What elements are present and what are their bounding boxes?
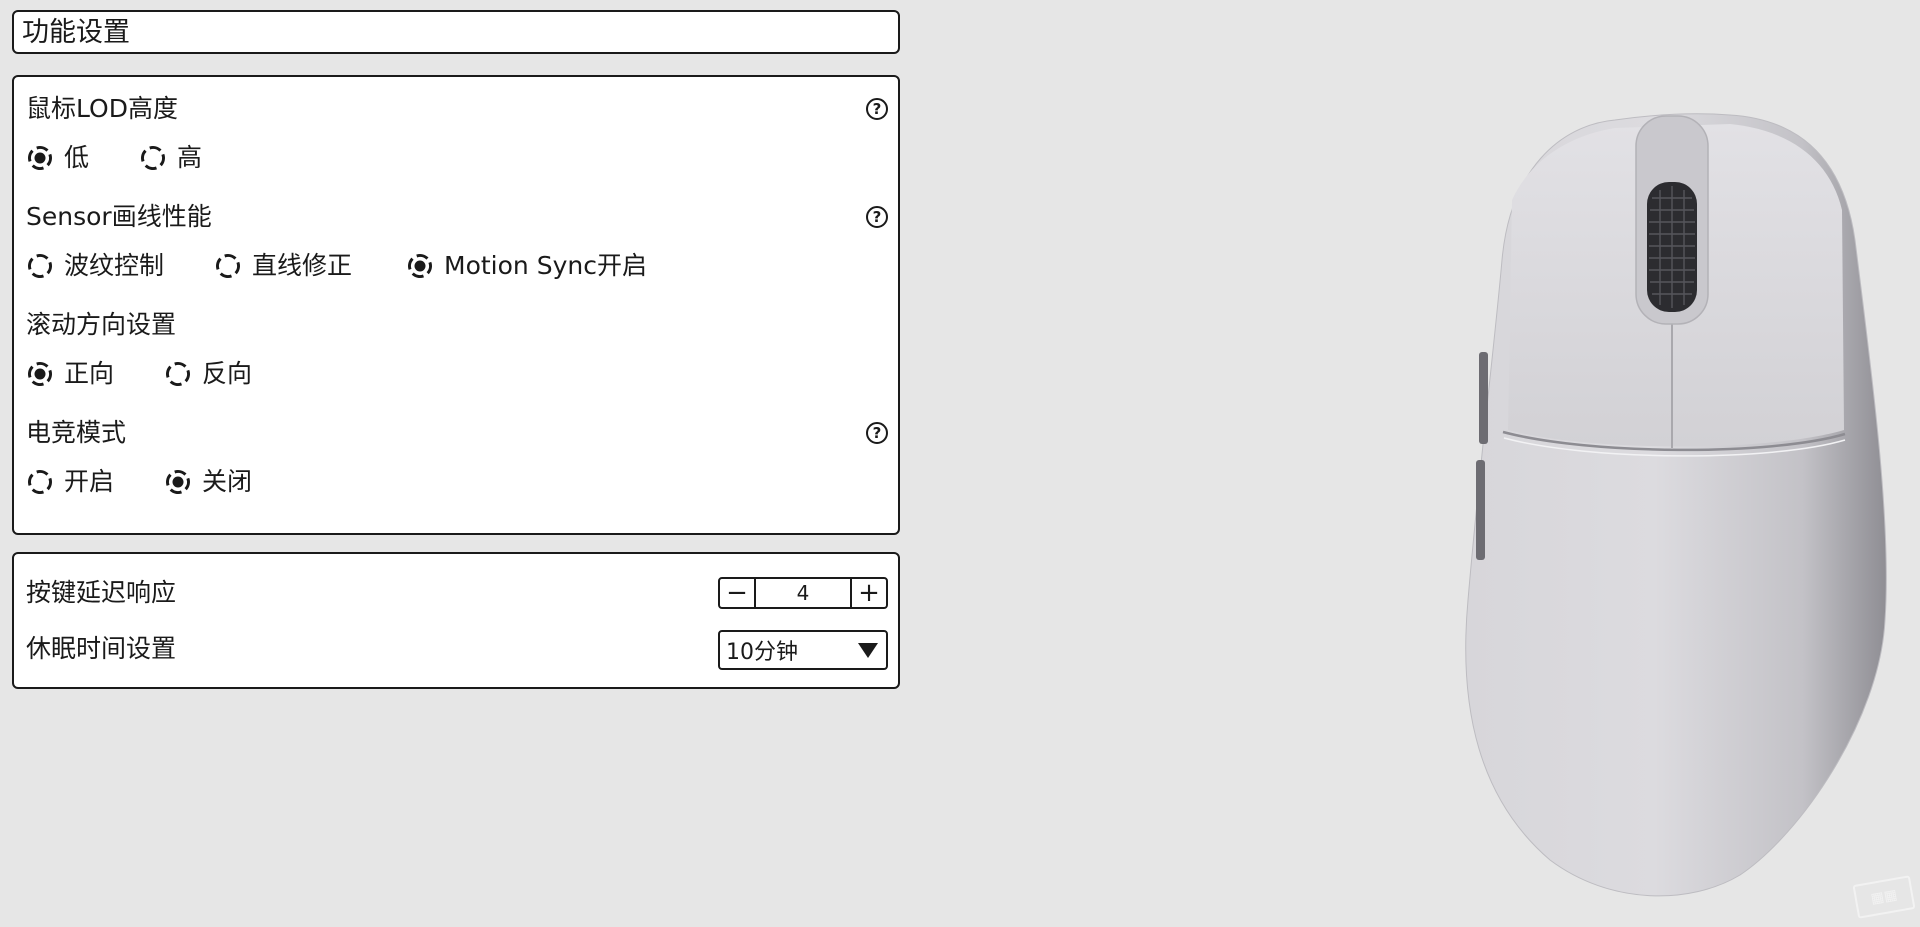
esports-option-on[interactable]: 开启 (26, 468, 114, 496)
title-panel: 功能设置 (12, 10, 900, 54)
lod-option-high[interactable]: 高 (139, 144, 202, 172)
sleep-time-value: 10分钟 (726, 640, 798, 665)
lod-option-high-label: 高 (177, 143, 203, 172)
increment-button[interactable]: + (850, 579, 886, 607)
sensor-option-motion-sync[interactable]: Motion Sync开启 (406, 252, 647, 280)
sensor-option-straight[interactable]: 直线修正 (214, 252, 352, 280)
settings-panel: 鼠标LOD高度 ? 低 高 Sensor画线性能 ? 波纹控制 直线修正 Mot… (12, 75, 900, 535)
esports-help-icon[interactable]: ? (866, 422, 888, 444)
lod-help-icon[interactable]: ? (866, 98, 888, 120)
sensor-option-straight-label: 直线修正 (252, 251, 353, 280)
radio-unselected-icon (26, 252, 54, 280)
sensor-option-ripple-label: 波纹控制 (64, 251, 165, 280)
radio-selected-icon (164, 468, 192, 496)
mouse-image (1440, 100, 1900, 910)
sleep-time-select[interactable]: 10分钟 (718, 630, 888, 670)
debounce-stepper: − 4 + (718, 577, 888, 609)
radio-unselected-icon (26, 468, 54, 496)
decrement-button[interactable]: − (720, 579, 756, 607)
radio-selected-icon (406, 252, 434, 280)
radio-unselected-icon (164, 360, 192, 388)
sensor-option-motion-sync-label: Motion Sync开启 (444, 251, 647, 280)
scroll-direction-label: 滚动方向设置 (26, 310, 177, 339)
esports-mode-label: 电竞模式 (26, 418, 127, 447)
radio-unselected-icon (139, 144, 167, 172)
sensor-help-icon[interactable]: ? (866, 206, 888, 228)
esports-option-off[interactable]: 关闭 (164, 468, 252, 496)
lod-option-low[interactable]: 低 (26, 144, 89, 172)
esports-option-off-label: 关闭 (202, 467, 253, 496)
scroll-option-forward[interactable]: 正向 (26, 360, 114, 388)
sleep-time-label: 休眠时间设置 (26, 634, 177, 663)
sensor-option-ripple[interactable]: 波纹控制 (26, 252, 164, 280)
lod-label: 鼠标LOD高度 (26, 94, 178, 123)
debounce-label: 按键延迟响应 (26, 578, 177, 607)
esports-option-on-label: 开启 (64, 467, 115, 496)
scroll-option-reverse[interactable]: 反向 (164, 360, 252, 388)
debounce-value[interactable]: 4 (756, 579, 850, 607)
radio-unselected-icon (214, 252, 242, 280)
scroll-option-forward-label: 正向 (64, 359, 115, 388)
misc-panel: 按键延迟响应 − 4 + 休眠时间设置 10分钟 (12, 552, 900, 689)
radio-selected-icon (26, 144, 54, 172)
sensor-label: Sensor画线性能 (26, 202, 212, 231)
dropdown-caret-icon (858, 642, 878, 658)
page-title: 功能设置 (22, 17, 130, 48)
scroll-option-reverse-label: 反向 (202, 359, 253, 388)
radio-selected-icon (26, 360, 54, 388)
lod-option-low-label: 低 (64, 143, 90, 172)
